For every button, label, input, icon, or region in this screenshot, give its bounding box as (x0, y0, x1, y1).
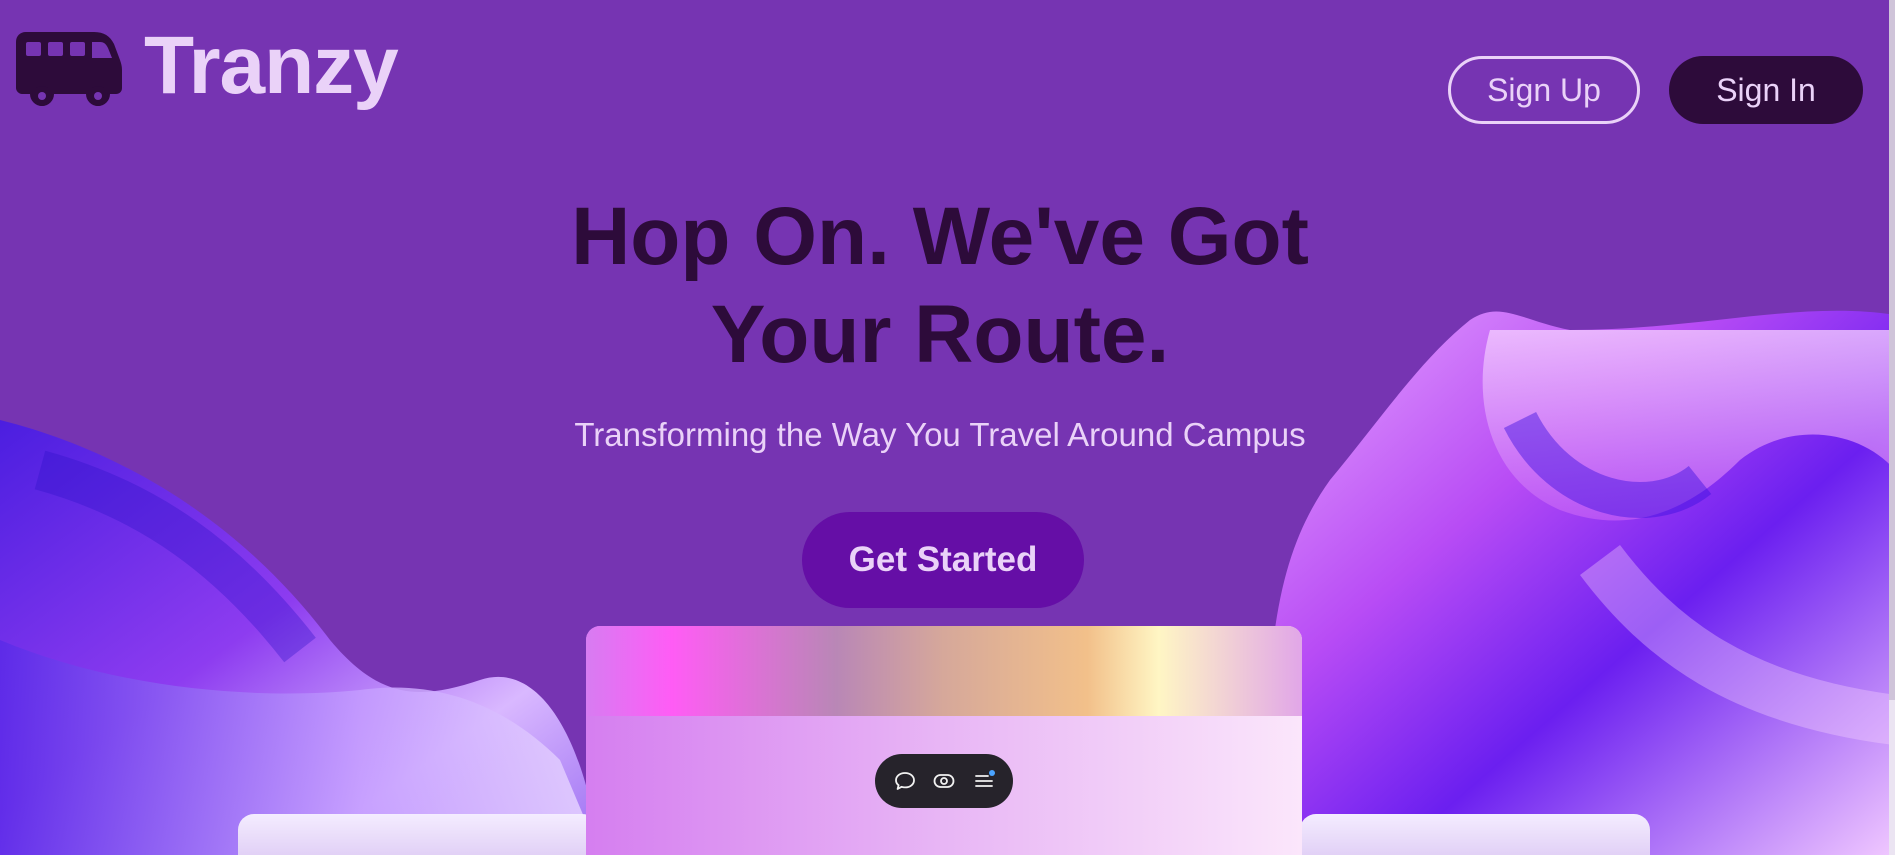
hero-title: Hop On. We've Got Your Route. (440, 188, 1440, 384)
brand-name: Tranzy (144, 20, 399, 111)
eye-icon (933, 774, 955, 788)
bus-icon (16, 32, 122, 106)
comment-icon (894, 772, 915, 790)
sign-up-button[interactable]: Sign Up (1448, 56, 1640, 124)
menu-button[interactable] (968, 765, 1000, 797)
landing-page: Tranzy Sign Up Sign In Hop On. We've Got… (0, 0, 1895, 855)
get-started-button[interactable]: Get Started (802, 512, 1084, 608)
hero-title-line-1: Hop On. We've Got (571, 191, 1309, 282)
scrollbar-thumb[interactable] (1889, 0, 1895, 700)
hero-subtitle: Transforming the Way You Travel Around C… (574, 416, 1306, 453)
scrollbar-track[interactable] (1889, 0, 1895, 855)
sign-in-button[interactable]: Sign In (1669, 56, 1863, 124)
notification-dot (988, 770, 995, 776)
brand-logo[interactable]: Tranzy (16, 20, 399, 111)
hero-title-line-2: Your Route. (710, 289, 1170, 380)
comment-button[interactable] (889, 765, 921, 797)
floating-toolbar (875, 754, 1013, 808)
preview-toggle-button[interactable] (928, 765, 960, 797)
